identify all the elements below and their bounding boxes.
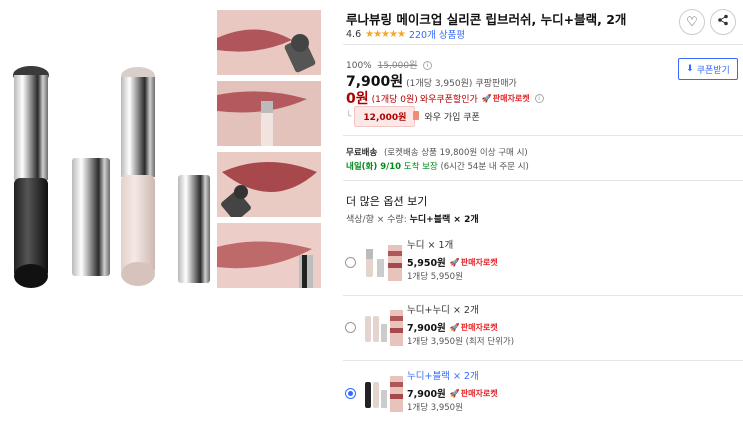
option-unit-price: 1개당 3,950원	[407, 403, 463, 413]
option-name: 누디 × 1개	[407, 240, 454, 251]
option-item[interactable]: 누디 × 1개 5,950원 🚀 판매자로켓 1개당 5,950원	[343, 233, 743, 295]
rating-score: 4.6	[346, 28, 362, 40]
rocket-badge-label: 판매자로켓	[460, 257, 498, 267]
rocket-icon: 🚀	[449, 257, 460, 267]
option-radio-selected[interactable]	[345, 388, 356, 399]
product-title: 루나뷰링 메이크업 실리콘 립브러쉬, 누디+블랙, 2개	[346, 12, 627, 27]
option-summary-prefix: 색상/향 × 수량:	[346, 215, 407, 225]
rocket-icon: 🚀	[449, 322, 460, 332]
seller-rocket-badge: 🚀 판매자로켓	[450, 322, 498, 333]
star-rating-icon: ★★★★★	[365, 28, 406, 40]
divider	[343, 44, 743, 45]
rocket-badge-label: 판매자로켓	[460, 322, 498, 332]
member-price: 0원	[346, 91, 369, 107]
seller-rocket-badge: 🚀 판매자로켓	[450, 388, 498, 399]
rating-row: 4.6 ★★★★★ 220개 상품평	[346, 27, 465, 42]
lowest-unit-note: (최저 단위가)	[465, 337, 515, 347]
option-item-selected[interactable]: 누디+블랙 × 2개 7,900원 🚀 판매자로켓 1개당 3,950원	[343, 364, 743, 426]
divider	[343, 180, 743, 181]
wow-coupon-row: └ 12,000원 와우 가입 쿠폰	[346, 106, 480, 127]
option-unit-price: 1개당 5,950원	[407, 272, 463, 282]
divider	[343, 295, 743, 296]
download-icon: ⬇	[686, 64, 694, 74]
option-price-row: 7,900원 🚀 판매자로켓	[407, 386, 498, 401]
option-item[interactable]: 누디+누디 × 2개 7,900원 🚀 판매자로켓 1개당 3,950원 (최저 …	[343, 298, 743, 360]
corner-arrow-icon: └	[346, 111, 352, 122]
rocket-icon: 🚀	[449, 388, 460, 398]
share-icon	[717, 14, 729, 30]
option-unit-price: 1개당 3,950원	[407, 337, 463, 347]
rocket-badge-label: 판매자로켓	[460, 388, 498, 398]
free-shipping-label: 무료배송	[346, 148, 378, 158]
arrival-detail: (6시간 54분 내 주문 시)	[440, 162, 529, 172]
info-icon[interactable]: i	[534, 93, 544, 103]
member-price-label: 와우쿠폰할인가	[419, 94, 478, 105]
arrival-guarantee: 도착 보장	[403, 162, 438, 172]
thumbnail-3[interactable]	[217, 152, 321, 217]
coupon-label: 와우 가입 쿠폰	[424, 113, 480, 123]
thumbnail-2[interactable]	[217, 81, 321, 146]
option-price: 7,900원	[407, 323, 446, 334]
arrival-row: 내일(화) 9/10 도착 보장 (6시간 54분 내 주문 시)	[346, 160, 529, 172]
option-price: 7,900원	[407, 389, 446, 400]
option-summary: 색상/향 × 수량: 누디+블랙 × 2개	[346, 212, 479, 225]
rocket-badge-label: 판매자로켓	[492, 93, 530, 103]
seller-rocket-badge: 🚀 판매자로켓	[450, 257, 498, 268]
discount-row: 100% 15,000원 i	[346, 58, 433, 71]
option-price-row: 7,900원 🚀 판매자로켓	[407, 320, 498, 335]
thumbnail-1[interactable]	[217, 10, 321, 75]
more-options-title[interactable]: 더 많은 옵션 보기	[346, 193, 427, 209]
wishlist-button[interactable]: ♡	[679, 9, 705, 35]
divider	[343, 135, 743, 136]
free-shipping-detail: (로켓배송 상품 19,800원 이상 구매 시)	[383, 148, 528, 158]
option-summary-value: 누디+블랙 × 2개	[409, 215, 479, 225]
option-name: 누디+블랙 × 2개	[407, 371, 479, 382]
option-unit-price-row: 1개당 3,950원 (최저 단위가)	[407, 335, 514, 347]
option-thumbnail	[365, 376, 403, 412]
member-price-row: 0원 (1개당 0원) 와우쿠폰할인가 🚀 판매자로켓 i	[346, 88, 544, 108]
seller-rocket-badge: 🚀 판매자로켓	[482, 93, 530, 104]
option-price-row: 5,950원 🚀 판매자로켓	[407, 255, 498, 270]
coupon-button-label: 쿠폰받기	[696, 65, 730, 76]
option-thumbnail	[365, 310, 403, 346]
review-count-link[interactable]: 220개 상품평	[409, 27, 465, 41]
option-name: 누디+누디 × 2개	[407, 305, 479, 316]
share-button[interactable]	[710, 9, 736, 35]
thumbnail-4[interactable]	[217, 223, 321, 288]
product-detail-panel: 루나뷰링 메이크업 실리콘 립브러쉬, 누디+블랙, 2개 4.6 ★★★★★ …	[343, 0, 743, 428]
free-shipping-row: 무료배송 (로켓배송 상품 19,800원 이상 구매 시)	[346, 146, 528, 158]
info-icon[interactable]: i	[423, 61, 433, 70]
option-price: 5,950원	[407, 258, 446, 269]
option-thumbnail	[366, 245, 402, 281]
original-price: 15,000원	[377, 61, 418, 71]
arrival-date: 내일(화) 9/10	[346, 162, 402, 172]
thumbnail-list	[217, 10, 323, 294]
coupon-amount-tag[interactable]: 12,000원	[354, 106, 420, 127]
option-radio[interactable]	[345, 257, 356, 268]
rocket-icon: 🚀	[481, 93, 492, 103]
heart-icon: ♡	[686, 14, 698, 30]
option-radio[interactable]	[345, 322, 356, 333]
member-unit-price: (1개당 0원)	[371, 94, 418, 105]
main-product-image[interactable]	[0, 0, 215, 428]
discount-percent: 100%	[346, 61, 372, 71]
divider	[343, 360, 743, 361]
coupon-download-button[interactable]: ⬇ 쿠폰받기	[678, 58, 738, 80]
